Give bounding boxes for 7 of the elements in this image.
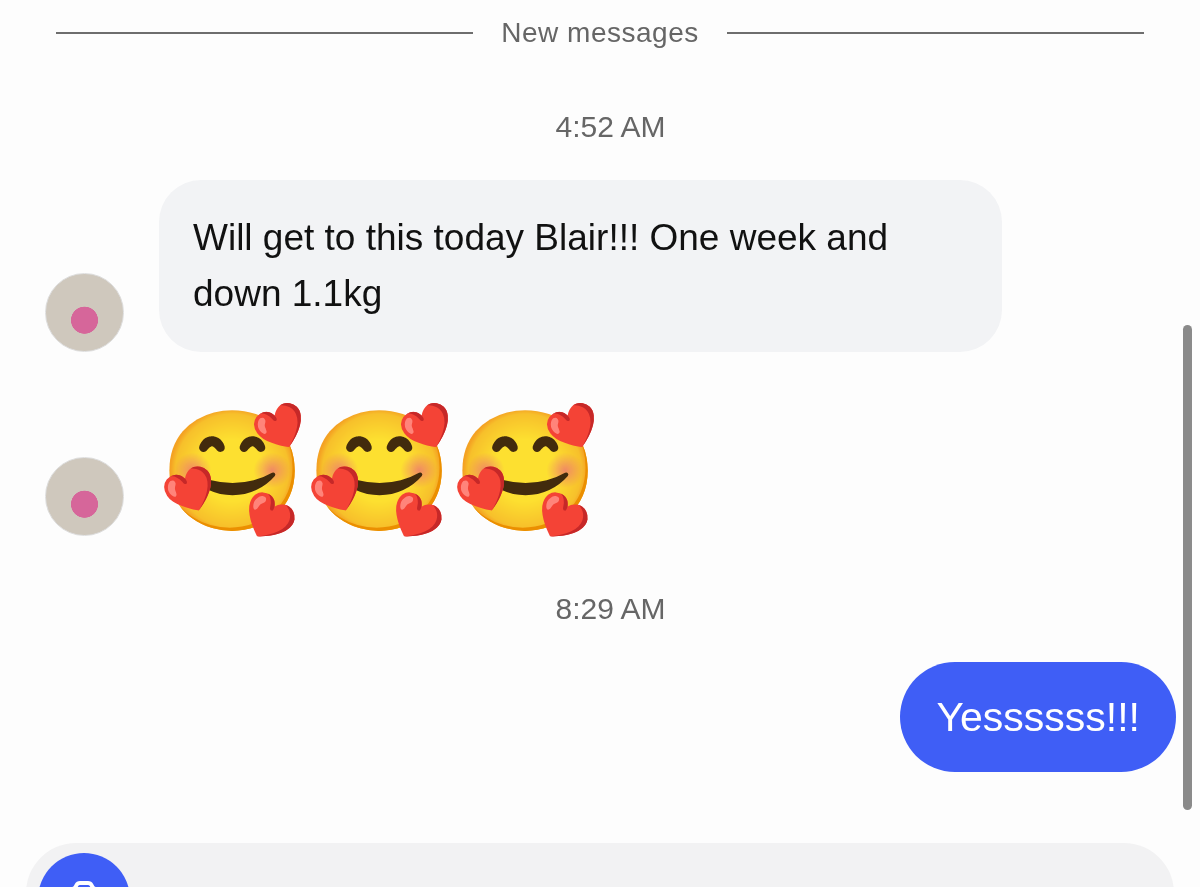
timestamp: 4:52 AM [555, 110, 666, 144]
new-messages-divider-label: New messages [501, 17, 699, 49]
sent-message-bubble: Yessssss!!! [900, 662, 1176, 772]
emoji-message: 🥰🥰🥰 [159, 402, 600, 542]
timestamp: 8:29 AM [555, 592, 666, 626]
scrollbar[interactable] [1183, 325, 1192, 810]
received-message-bubble: Will get to this today Blair!!! One week and down 1.1kg [159, 180, 1002, 352]
